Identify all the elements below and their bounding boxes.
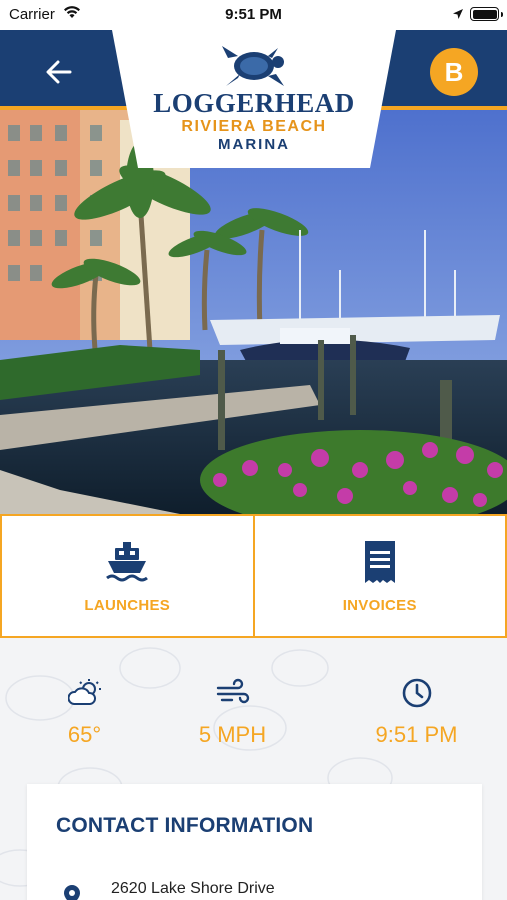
temperature-block: 65° <box>0 678 169 748</box>
wind-speed-value: 5 MPH <box>198 722 267 747</box>
receipt-icon <box>364 540 395 583</box>
turtle-logo-icon <box>222 46 284 86</box>
status-bar: Carrier 9:51 PM <box>0 0 507 30</box>
contact-title: CONTACT INFORMATION <box>56 814 314 837</box>
contact-address-line[interactable]: 2620 Lake Shore Drive <box>111 880 275 898</box>
invoices-label: INVOICES <box>342 596 417 614</box>
launches-label: LAUNCHES <box>84 596 171 614</box>
temperature-value: 65° <box>67 722 102 747</box>
back-arrow-icon <box>46 60 72 84</box>
profile-avatar-button[interactable]: B <box>430 48 478 96</box>
invoices-button[interactable]: INVOICES <box>254 514 507 638</box>
action-tiles: LAUNCHES INVOICES <box>0 514 507 638</box>
logo-subtitle-location: RIVIERA BEACH <box>181 118 327 135</box>
location-arrow-icon <box>452 7 464 24</box>
clock-icon <box>402 678 431 708</box>
boat-icon <box>106 541 149 581</box>
contact-card: CONTACT INFORMATION 2620 Lake Shore Driv… <box>27 784 482 900</box>
logo-title: LOGGERHEAD <box>153 88 355 118</box>
wind-block: 5 MPH <box>148 678 317 748</box>
wind-icon <box>216 678 249 704</box>
battery-icon <box>470 7 503 21</box>
back-button[interactable] <box>42 55 76 89</box>
time-block: 9:51 PM <box>332 678 501 748</box>
status-time: 9:51 PM <box>225 6 282 23</box>
partly-cloudy-icon <box>67 679 101 705</box>
launches-button[interactable]: LAUNCHES <box>0 514 255 638</box>
logo-subtitle-marina: MARINA <box>218 136 290 153</box>
location-pin-icon <box>64 885 80 900</box>
current-time-value: 9:51 PM <box>375 722 458 747</box>
